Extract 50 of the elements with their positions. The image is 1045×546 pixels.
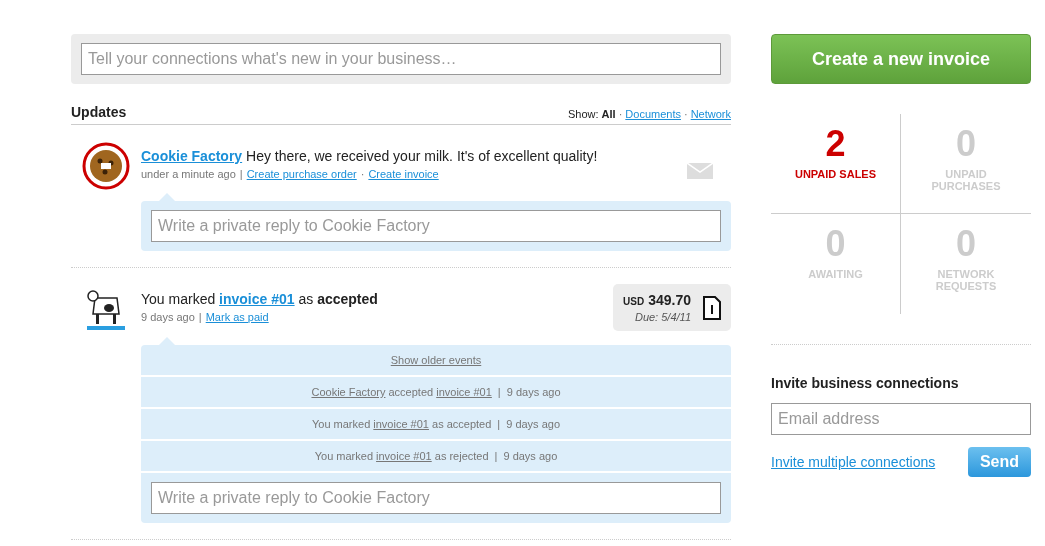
action-link[interactable]: Mark as paid [205, 311, 269, 323]
separator: | [239, 168, 243, 180]
event-text: You marked invoice #01 as accepted [311, 418, 492, 430]
reply-field[interactable]: Write a private reply to Cookie Factory [151, 482, 721, 514]
currency-label: USD [623, 296, 645, 307]
stat-tile[interactable]: 2 UNPAID SALES [771, 114, 901, 214]
update-message: You marked invoice #01 as accepted [141, 290, 378, 308]
link[interactable]: invoice #01 [373, 418, 429, 430]
separator: | [494, 450, 498, 462]
action-link[interactable]: Create invoice [368, 168, 439, 180]
send-button[interactable]: Send [967, 447, 1031, 477]
event-text: Cookie Factory accepted invoice #01 [311, 386, 492, 398]
status-field[interactable]: Tell your connections what's new in your business… [81, 43, 721, 75]
filter-link[interactable]: All [601, 108, 616, 120]
link[interactable]: invoice #01 [436, 386, 492, 398]
separator: | [497, 418, 501, 430]
stat-label: UNPAID SALES [793, 168, 878, 180]
link[interactable]: invoice #01 [219, 291, 295, 307]
separator: · [684, 108, 688, 120]
document-icon [703, 295, 721, 320]
invoice-amount: 349.70 [648, 292, 691, 308]
due-date: Due: 5/4/11 [633, 311, 691, 323]
invite-multiple-link[interactable]: Invite multiple connections [771, 454, 936, 470]
update-message: Cookie Factory Hey there, we received your milk. It's of excellent quality! [141, 147, 598, 165]
filter-link[interactable]: Documents [625, 108, 681, 120]
older-events-link[interactable]: Show older events [390, 354, 482, 366]
separator: · [360, 168, 365, 180]
separator: · [618, 108, 623, 120]
link[interactable]: Cookie Factory [141, 148, 243, 164]
timestamp: 9 days ago [506, 418, 561, 430]
create-invoice-button[interactable]: Create a new invoice [771, 34, 1031, 84]
timestamp: 9 days ago [506, 386, 561, 398]
filter-label: Show: [568, 108, 599, 120]
email-field[interactable]: Email address [771, 403, 1031, 435]
invoice-summary[interactable]: USD 349.70 Due: 5/4/11 [613, 284, 731, 331]
link[interactable]: Cookie Factory [311, 386, 386, 398]
separator: | [497, 386, 501, 398]
filter-link[interactable]: Network [690, 108, 731, 120]
section-title: Updates [71, 104, 127, 120]
reply-field[interactable]: Write a private reply to Cookie Factory [151, 210, 721, 242]
event-text: You marked invoice #01 as rejected [314, 450, 489, 462]
link[interactable]: invoice #01 [376, 450, 432, 462]
invite-title: Invite business connections [771, 375, 960, 391]
stat-count: 2 [825, 126, 846, 162]
mail-icon [687, 163, 713, 179]
timestamp: under a minute ago [141, 168, 236, 180]
action-link[interactable]: Create purchase order [246, 168, 357, 180]
timestamp: 9 days ago [141, 311, 195, 323]
timestamp: 9 days ago [503, 450, 558, 462]
separator: | [198, 311, 202, 323]
